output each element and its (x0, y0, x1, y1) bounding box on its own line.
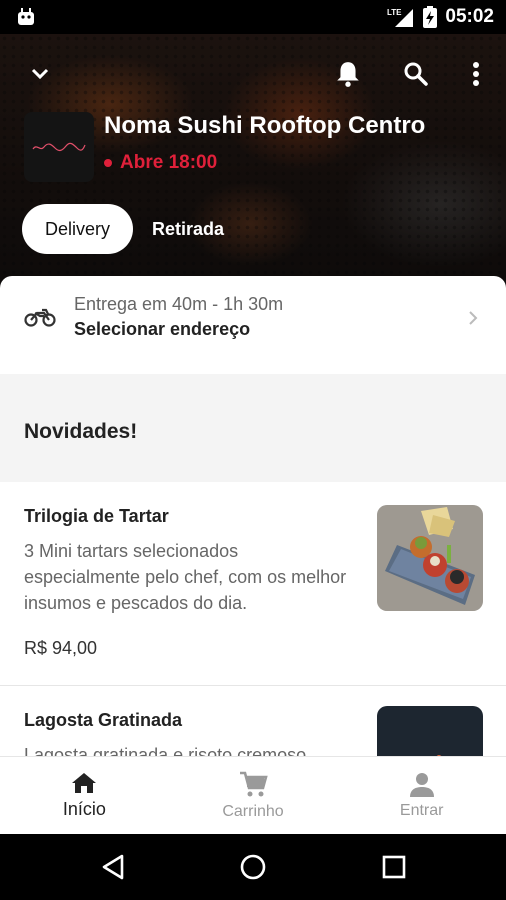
bottom-navigation: Início Carrinho Entrar (0, 756, 506, 834)
chevron-right-icon (469, 311, 478, 325)
back-icon[interactable] (98, 852, 128, 882)
opening-status: Abre 18:00 (104, 152, 217, 174)
nav-login-label: Entrar (399, 801, 444, 819)
menu-item[interactable]: Trilogia de Tartar 3 Mini tartars seleci… (0, 482, 506, 686)
status-bar: LTE 05:02 (0, 0, 506, 34)
menu-item[interactable]: Lagosta Gratinada Lagosta gratinada e ri… (0, 686, 506, 756)
search-icon[interactable] (400, 58, 432, 90)
home-icon (72, 773, 97, 793)
section-title: Novidades! (24, 420, 138, 443)
collapse-chevron-icon[interactable] (24, 58, 56, 90)
item-photo (377, 706, 483, 756)
recents-square-icon[interactable] (379, 852, 409, 882)
main-content: Entrega em 40m - 1h 30m Selecionar ender… (0, 276, 506, 756)
opening-time-label: Abre 18:00 (120, 152, 218, 173)
item-description: 3 Mini tartars selecionados especialment… (24, 541, 347, 613)
nav-home-label: Início (62, 799, 106, 819)
item-name: Lagosta Gratinada (24, 710, 183, 730)
system-navigation-bar (0, 834, 506, 900)
tab-delivery[interactable]: Delivery (22, 204, 133, 254)
nav-login[interactable]: Entrar (337, 757, 506, 834)
item-photo (377, 505, 483, 611)
clock: 05:02 (445, 6, 494, 27)
home-circle-icon[interactable] (238, 852, 268, 882)
person-icon (409, 772, 434, 797)
svg-text:LTE: LTE (387, 8, 402, 17)
section-header: Novidades! (0, 374, 506, 482)
bell-icon[interactable] (332, 58, 364, 90)
lte-signal-icon: LTE (387, 8, 414, 27)
tab-pickup[interactable]: Retirada (152, 204, 224, 254)
item-price: R$ 94,00 (24, 638, 98, 658)
android-icon (18, 8, 34, 25)
store-name: Noma Sushi Rooftop Centro (104, 112, 426, 139)
more-vert-icon[interactable] (460, 58, 492, 90)
store-header: Noma Sushi Rooftop Centro Abre 18:00 Del… (0, 34, 506, 290)
nav-cart-label: Carrinho (222, 802, 284, 820)
nav-cart[interactable]: Carrinho (169, 757, 338, 834)
motorcycle-icon (24, 308, 56, 327)
item-description: Lagosta gratinada e risoto cremoso (24, 745, 307, 756)
delivery-address-row[interactable]: Entrega em 40m - 1h 30m Selecionar ender… (0, 276, 506, 374)
battery-charging-icon (423, 6, 438, 28)
select-address-label: Selecionar endereço (74, 319, 251, 339)
cart-icon (240, 771, 268, 796)
status-dot (104, 159, 112, 167)
nav-home[interactable]: Início (0, 757, 169, 834)
item-name: Trilogia de Tartar (24, 506, 169, 526)
store-logo (24, 112, 94, 182)
delivery-eta: Entrega em 40m - 1h 30m (74, 294, 284, 314)
